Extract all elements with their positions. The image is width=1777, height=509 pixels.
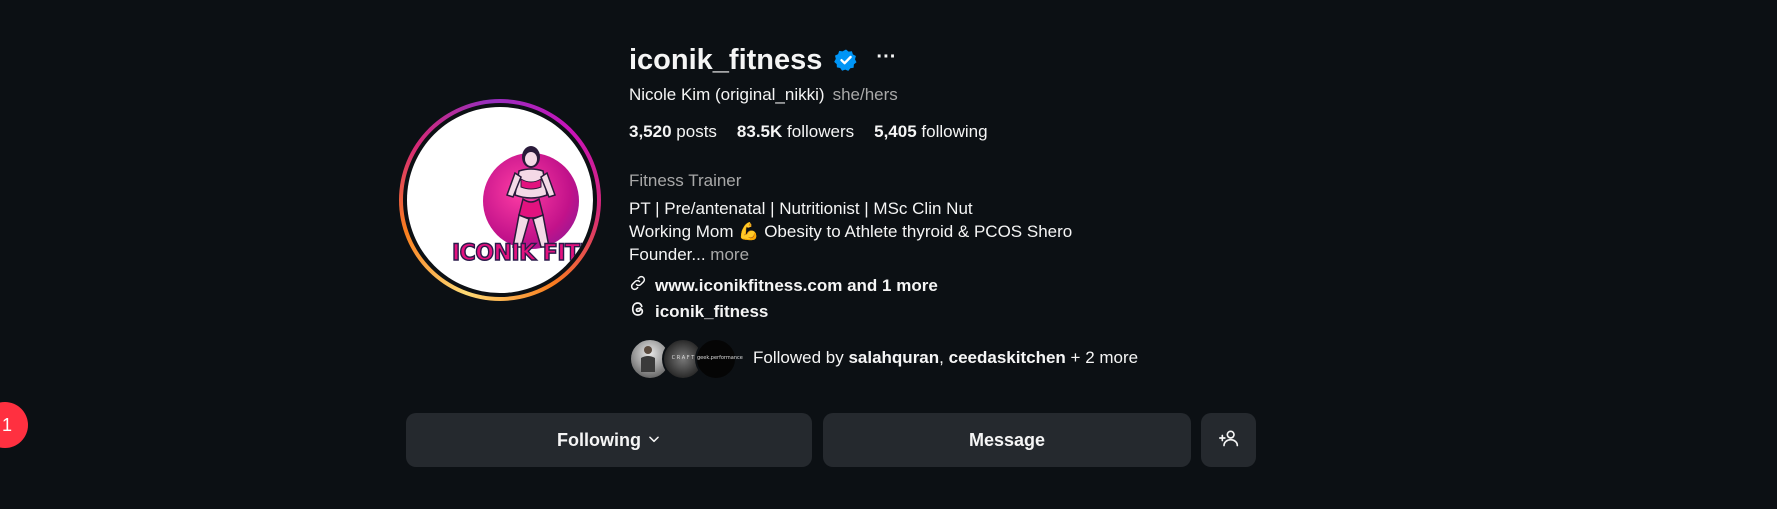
followed-by-separator: , bbox=[939, 348, 944, 367]
followed-by-user-1[interactable]: salahquran bbox=[848, 348, 939, 367]
chevron-down-icon bbox=[647, 430, 661, 451]
message-button[interactable]: Message bbox=[823, 413, 1191, 467]
avatar-logo-text: ICONIK FITNE bbox=[451, 240, 593, 266]
flexed-biceps-emoji: 💪 bbox=[738, 222, 760, 241]
website-link[interactable]: www.iconikfitness.com and 1 more bbox=[629, 274, 938, 297]
following-label: following bbox=[921, 122, 988, 141]
mutual-avatar-3: geek.performance bbox=[695, 338, 743, 380]
bio-line-3-text: Founder... bbox=[629, 245, 706, 264]
posts-label: posts bbox=[676, 122, 717, 141]
posts-stat: 3,520 posts bbox=[629, 122, 717, 142]
website-link-text: www.iconikfitness.com and 1 more bbox=[655, 275, 938, 295]
mutual-avatars: C R A F T geek.performance bbox=[629, 338, 743, 380]
bio-line-3: Founder... more bbox=[629, 243, 1072, 266]
message-button-label: Message bbox=[968, 429, 1046, 450]
notification-count: 1 bbox=[1, 414, 12, 435]
followed-by-text: Followed by salahquran, ceedaskitchen + … bbox=[753, 348, 1138, 368]
followed-by-suffix: + 2 more bbox=[1070, 348, 1139, 367]
notification-badge[interactable]: 1 bbox=[0, 402, 28, 448]
bio-line-2-end: Obesity to Athlete thyroid & PCOS Shero bbox=[764, 222, 1073, 241]
following-count: 5,405 bbox=[874, 122, 917, 141]
suggested-users-button[interactable] bbox=[1201, 413, 1256, 467]
bio-more-link[interactable]: more bbox=[710, 245, 749, 264]
followed-by-row[interactable]: C R A F T geek.performance Followed by s… bbox=[629, 338, 1138, 380]
followers-count: 83.5K bbox=[736, 122, 783, 141]
threads-icon bbox=[629, 300, 647, 323]
more-options-icon[interactable]: ··· bbox=[876, 47, 896, 67]
posts-count: 3,520 bbox=[629, 122, 672, 141]
bio-line-1: PT | Pre/antenatal | Nutritionist | MSc … bbox=[629, 199, 973, 218]
bio-line-2-start: Working Mom bbox=[629, 222, 734, 241]
username-row: iconik_fitness ··· bbox=[629, 40, 896, 80]
profile-bio: PT | Pre/antenatal | Nutritionist | MSc … bbox=[629, 197, 1072, 266]
threads-link-text: iconik_fitness bbox=[655, 301, 769, 321]
fullname-row: Nicole Kim (original_nikki) she/hers bbox=[629, 85, 898, 105]
mutual-avatar-3-text: geek.performance bbox=[697, 355, 743, 361]
following-stat[interactable]: 5,405 following bbox=[874, 122, 987, 142]
username: iconik_fitness bbox=[629, 43, 823, 76]
following-button-label: Following bbox=[557, 429, 641, 450]
profile-header: iconik_fitness ··· bbox=[629, 40, 896, 80]
fitness-figure-icon bbox=[506, 146, 556, 248]
link-icon bbox=[629, 274, 647, 297]
full-name: Nicole Kim (original_nikki) bbox=[629, 85, 825, 104]
profile-avatar[interactable]: ICONIK FITNE bbox=[399, 99, 601, 301]
avatar-gap: ICONIK FITNE bbox=[403, 103, 597, 297]
profile-stats: 3,520 posts 83.5K followers 5,405 follow… bbox=[629, 122, 988, 142]
followers-stat[interactable]: 83.5K followers bbox=[737, 122, 854, 142]
followed-by-prefix: Followed by bbox=[753, 348, 844, 367]
profile-category: Fitness Trainer bbox=[629, 171, 742, 190]
verified-badge-icon bbox=[834, 48, 858, 72]
threads-link[interactable]: iconik_fitness bbox=[629, 300, 768, 323]
add-user-icon bbox=[1218, 428, 1239, 453]
followed-by-user-2[interactable]: ceedaskitchen bbox=[949, 348, 1066, 367]
avatar-image: ICONIK FITNE bbox=[407, 107, 593, 293]
following-button[interactable]: Following bbox=[406, 413, 812, 467]
bio-line-2: Working Mom 💪 Obesity to Athlete thyroid… bbox=[629, 220, 1072, 243]
pronouns: she/hers bbox=[832, 85, 898, 104]
followers-label: followers bbox=[787, 122, 855, 141]
